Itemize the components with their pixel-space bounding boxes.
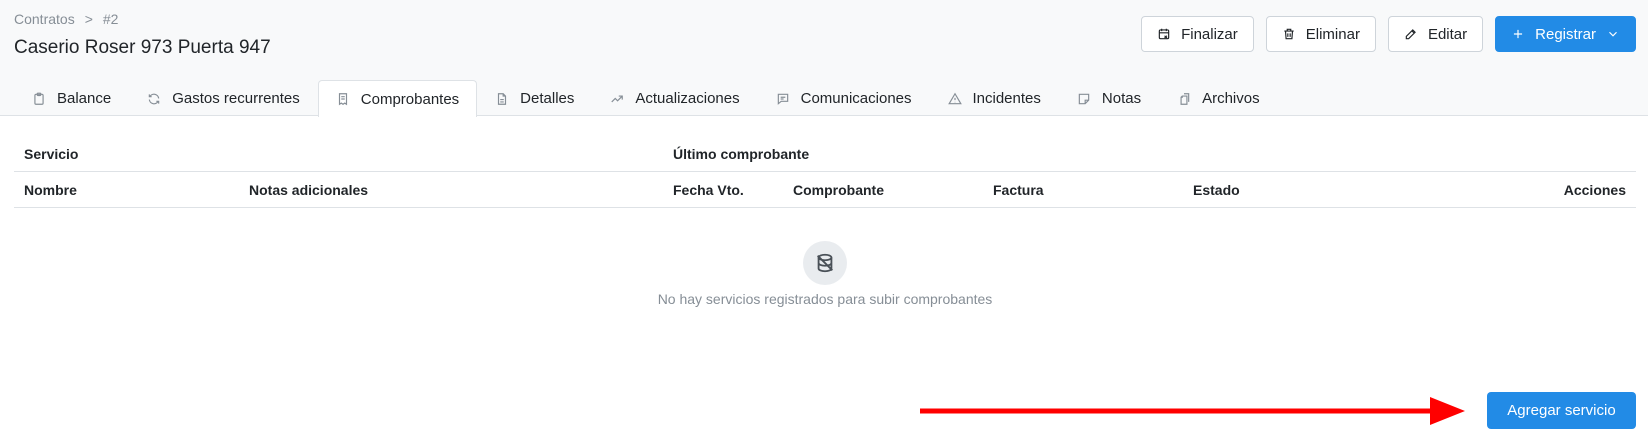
- empty-state-message: No hay servicios registrados para subir …: [657, 291, 993, 307]
- file-text-icon: [498, 92, 507, 105]
- column-header-notas: Notas adicionales: [249, 182, 369, 198]
- tab-bar: Balance Gastos recurrentes Comprobantes …: [14, 80, 1278, 117]
- column-header-nombre: Nombre: [24, 182, 77, 198]
- empty-state-icon-wrap: [803, 241, 847, 285]
- tab-label: Incidentes: [972, 90, 1041, 107]
- tab-actualizaciones[interactable]: Actualizaciones: [592, 80, 757, 116]
- eliminar-label: Eliminar: [1305, 25, 1360, 43]
- breadcrumb-item-current: #2: [102, 11, 119, 27]
- clipboard-icon: [34, 92, 44, 105]
- tab-detalles[interactable]: Detalles: [477, 80, 592, 116]
- breadcrumb-separator: >: [84, 11, 93, 27]
- table-group-header: Servicio Último comprobante: [14, 136, 1636, 172]
- tab-label: Comprobantes: [360, 90, 460, 108]
- column-header-comprobante: Comprobante: [793, 182, 884, 198]
- finalizar-button[interactable]: Finalizar: [1141, 16, 1254, 52]
- column-header-acciones: Acciones: [1563, 182, 1626, 198]
- tab-notas[interactable]: Notas: [1059, 80, 1159, 116]
- agregar-servicio-button[interactable]: Agregar servicio: [1487, 392, 1636, 429]
- editar-button[interactable]: Editar: [1387, 16, 1484, 52]
- tab-gastos-recurrentes[interactable]: Gastos recurrentes: [129, 80, 318, 116]
- group-header-servicio: Servicio: [24, 146, 79, 162]
- tab-label: Archivos: [1202, 90, 1260, 107]
- annotation-arrow: [920, 397, 1465, 425]
- calendar-x-icon: [1158, 28, 1170, 40]
- comprobantes-table: Servicio Último comprobante Nombre Notas…: [14, 136, 1636, 208]
- tab-balance[interactable]: Balance: [14, 80, 129, 116]
- database-off-icon: [817, 253, 833, 273]
- registrar-button[interactable]: Registrar: [1495, 16, 1636, 52]
- page-header: Contratos > #2 Caserio Roser 973 Puerta …: [0, 0, 1648, 117]
- tab-incidentes[interactable]: Incidentes: [930, 80, 1059, 116]
- finalizar-label: Finalizar: [1181, 25, 1238, 43]
- tab-label: Balance: [57, 90, 112, 107]
- tab-label: Comunicaciones: [800, 90, 912, 107]
- tab-label: Notas: [1101, 90, 1142, 107]
- trending-up-icon: [611, 95, 624, 102]
- table-column-header: Nombre Notas adicionales Fecha Vto. Comp…: [14, 172, 1636, 208]
- column-header-estado: Estado: [1193, 182, 1240, 198]
- page-title: Caserio Roser 973 Puerta 947: [14, 37, 271, 58]
- tab-comprobantes[interactable]: Comprobantes: [317, 80, 478, 117]
- tab-label: Detalles: [520, 90, 575, 107]
- receipt-icon: [338, 93, 347, 106]
- chevron-down-icon: [1609, 31, 1617, 37]
- files-icon: [1180, 92, 1190, 105]
- refresh-icon: [148, 93, 160, 104]
- tab-comunicaciones[interactable]: Comunicaciones: [758, 80, 930, 116]
- breadcrumb-item-contratos[interactable]: Contratos: [14, 11, 75, 27]
- tab-label: Gastos recurrentes: [172, 90, 300, 107]
- trash-icon: [1284, 28, 1294, 40]
- tab-label: Actualizaciones: [635, 90, 740, 107]
- editar-label: Editar: [1427, 25, 1468, 43]
- column-header-fecha: Fecha Vto.: [673, 182, 744, 198]
- note-icon: [1078, 93, 1090, 104]
- column-header-factura: Factura: [993, 182, 1044, 198]
- registrar-label: Registrar: [1535, 25, 1596, 43]
- breadcrumb: Contratos > #2: [14, 11, 118, 27]
- tab-archivos[interactable]: Archivos: [1159, 80, 1278, 116]
- group-header-ultimo-comprobante: Último comprobante: [673, 146, 810, 162]
- alert-triangle-icon: [947, 92, 962, 104]
- header-actions: Finalizar Eliminar Editar Registrar: [1141, 16, 1636, 52]
- message-icon: [777, 93, 788, 105]
- plus-icon: [1514, 29, 1523, 39]
- pencil-icon: [1405, 29, 1416, 40]
- eliminar-button[interactable]: Eliminar: [1265, 16, 1376, 52]
